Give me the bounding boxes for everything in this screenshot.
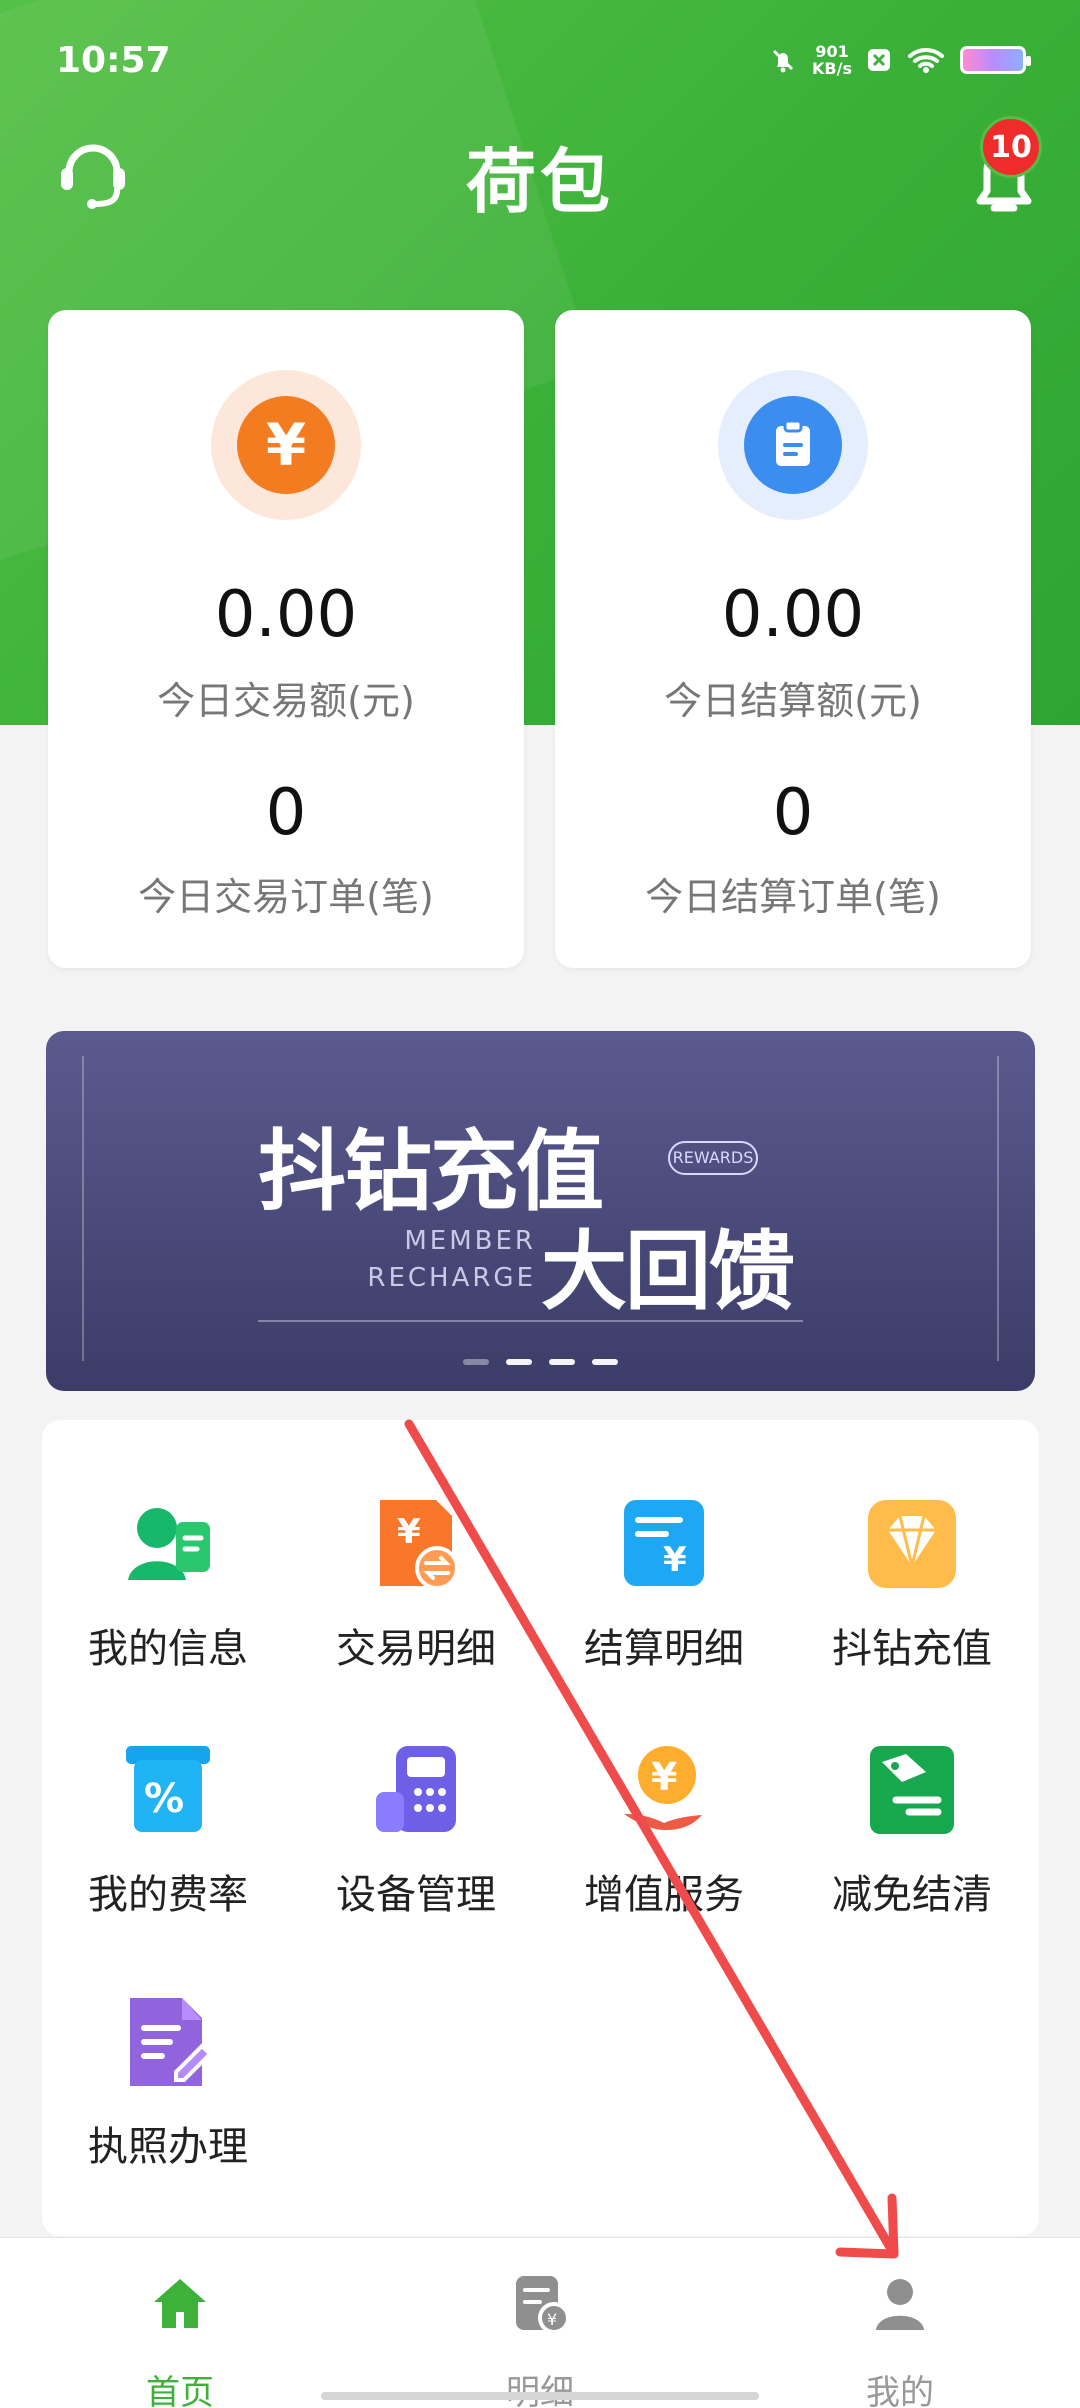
banner-tag: REWARDS [668,1141,758,1175]
home-indicator [321,2392,759,2400]
status-bar: 10:57 901 KB/s [0,0,1080,120]
today-transaction-amount: 0.00 [214,578,358,652]
banner-english-line-2: RECHARGE [367,1263,536,1293]
menu-item-settlement-detail[interactable]: ¥ 结算明细 [554,1496,774,1706]
menu-item-my-rate[interactable]: % 我的费率 [58,1742,278,1952]
tab-home[interactable]: 首页 [90,2264,270,2408]
banner-dot[interactable] [592,1359,618,1365]
banner-left-decoration [82,1056,84,1361]
transaction-summary-card: ¥ 0.00 今日交易额(元) 0 今日交易订单(笔) [48,310,524,968]
svg-text:¥: ¥ [651,1755,677,1799]
transaction-icon-background: ¥ [211,370,361,520]
network-speed-value: 901 [815,42,849,61]
mute-bell-icon [772,49,794,73]
notification-badge: 10 [980,116,1042,178]
menu-label-value-added-service: 增值服务 [584,1872,744,1918]
profile-icon [876,2279,924,2330]
discount-tag-icon [870,1746,954,1834]
wifi-icon [908,48,944,73]
menu-item-value-added-service[interactable]: ¥ 增值服务 [554,1742,774,1952]
status-time: 10:57 [56,40,171,81]
menu-label-settlement-detail: 结算明细 [584,1626,744,1672]
diamond-icon [868,1500,956,1588]
user-card-icon [128,1508,210,1580]
menu-item-license-service[interactable]: 执照办理 [58,1994,278,2204]
banner-subtitle: 大回馈 [541,1222,795,1322]
banner-english-text: MEMBER RECHARGE [346,1223,536,1297]
menu-item-device-management[interactable]: 设备管理 [306,1742,526,1952]
banner-dot[interactable] [549,1359,575,1365]
banner-english-line-1: MEMBER [404,1226,536,1256]
network-speed-unit: KB/s [812,59,852,78]
close-box-icon [868,49,890,71]
banner-right-decoration [997,1056,999,1361]
today-settlement-amount: 0.00 [721,578,865,652]
menu-label-my-info: 我的信息 [88,1626,248,1672]
svg-text:¥: ¥ [547,2310,557,2329]
today-transaction-orders-label: 今日交易订单(笔) [138,875,434,919]
today-settlement-amount-label: 今日结算额(元) [664,679,922,723]
home-icon [154,2279,206,2328]
menu-label-license-service: 执照办理 [88,2124,248,2170]
tab-mine[interactable]: 我的 [810,2264,990,2408]
promotion-banner[interactable]: 抖钻充值 REWARDS MEMBER RECHARGE 大回馈 [46,1031,1035,1391]
receipt-icon: ¥ [516,2276,570,2334]
svg-text:¥: ¥ [663,1540,687,1580]
page-title: 荷包 [466,141,614,223]
svg-text:%: % [144,1776,184,1822]
yuan-icon: ¥ [237,396,335,494]
tab-mine-label: 我的 [866,2373,934,2408]
pos-device-icon [376,1746,456,1832]
menu-label-device-management: 设备管理 [336,1872,496,1918]
banner-dot[interactable] [506,1359,532,1365]
menu-label-discount-settlement: 减免结清 [832,1872,992,1918]
menu-label-diamond-recharge: 抖钻充值 [832,1626,992,1672]
transaction-detail-icon: ¥ [380,1500,459,1590]
network-speed: 901 KB/s [812,43,852,77]
status-icons: 901 KB/s [768,40,1031,80]
menu-item-transaction-detail[interactable]: ¥ 交易明细 [306,1496,526,1706]
settlement-icon-background [718,370,868,520]
tab-details[interactable]: ¥ 明细 [450,2264,630,2408]
banner-divider [258,1320,803,1322]
value-added-service-icon: ¥ [624,1746,702,1830]
menu-item-my-info[interactable]: 我的信息 [58,1496,278,1706]
today-transaction-orders: 0 [265,776,307,850]
menu-label-transaction-detail: 交易明细 [336,1626,496,1672]
menu-item-diamond-recharge[interactable]: 抖钻充值 [802,1496,1022,1706]
settlement-summary-card: 0.00 今日结算额(元) 0 今日结算订单(笔) [555,310,1031,968]
menu-label-my-rate: 我的费率 [88,1872,248,1918]
settlement-detail-icon: ¥ [624,1500,704,1586]
today-settlement-orders: 0 [772,776,814,850]
tab-details-label: 明细 [506,2373,574,2408]
banner-dot[interactable] [463,1359,489,1365]
svg-text:¥: ¥ [397,1512,421,1552]
tab-home-label: 首页 [146,2373,214,2408]
battery-icon [960,46,1031,74]
today-settlement-orders-label: 今日结算订单(笔) [645,875,941,919]
percentage-icon: % [126,1746,210,1832]
today-transaction-amount-label: 今日交易额(元) [157,679,415,723]
clipboard-icon [744,396,842,494]
banner-pagination[interactable] [46,1359,1035,1365]
license-document-icon [130,1998,213,2086]
menu-item-discount-settlement[interactable]: 减免结清 [802,1742,1022,1952]
function-menu: 我的信息 ¥ 交易明细 ¥ 结算明细 抖钻充值 % 我的费率 设备管理 ¥ 增值… [42,1420,1039,2236]
bottom-navigation: 首页 ¥ 明细 我的 [0,2237,1080,2408]
